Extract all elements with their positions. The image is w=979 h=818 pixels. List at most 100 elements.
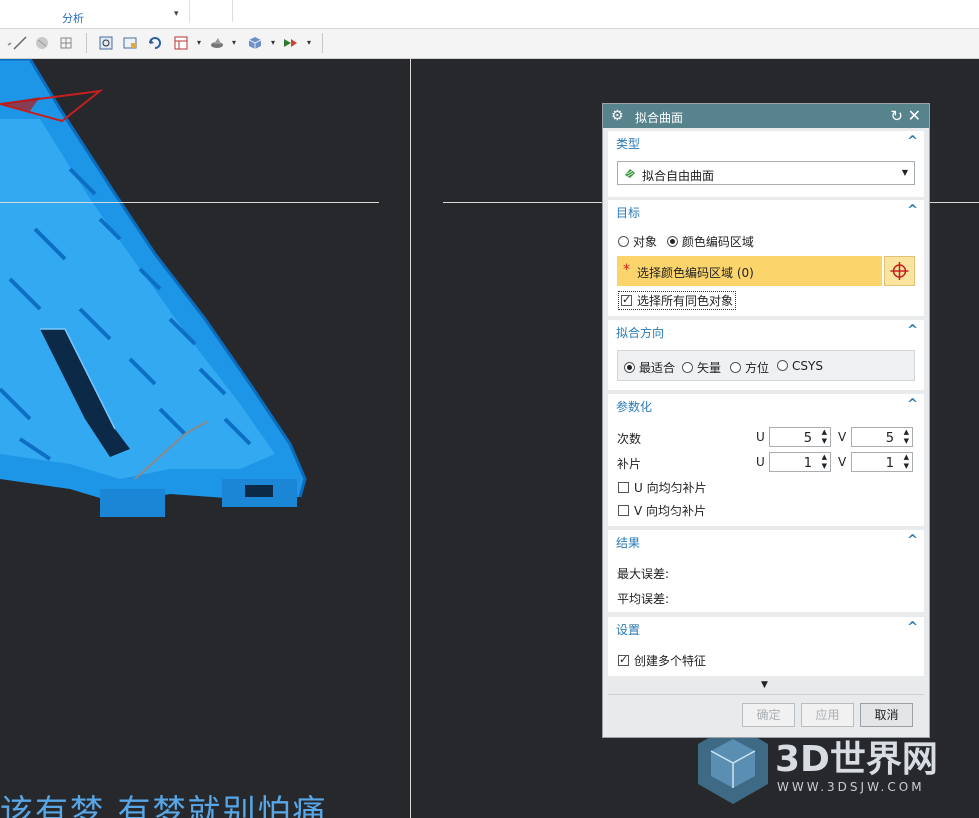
close-icon[interactable]: ✕ [908,106,921,125]
v-uniform-patch[interactable]: V 向均匀补片 [618,502,706,519]
patch-label: 补片 [617,457,642,471]
fit-direction-options: 最适合 矢量 方位 CSYS [617,350,915,381]
patch-v-value: 1 [885,456,894,471]
degree-label: 次数 [617,432,642,446]
fit-direction-heading[interactable]: 拟合方向 [616,324,664,341]
expand-more-icon[interactable]: ▼ [761,680,768,690]
select-color-region-field[interactable]: * 选择颜色编码区域 (0) [617,256,882,286]
results-heading[interactable]: 结果 [616,534,640,551]
dialog-titlebar[interactable]: ⚙ 拟合曲面 ↻ ✕ [603,104,929,128]
cube-view-dropdown-icon[interactable]: ▾ [271,38,275,47]
render-style-dropdown-icon[interactable]: ▾ [232,38,236,47]
radio-color-region[interactable] [666,236,678,247]
line-icon[interactable] [12,35,28,51]
collapse-chevron-icon[interactable]: ^ [907,203,918,218]
degree-u-value: 5 [803,431,812,446]
shaded-tool-icon[interactable] [34,35,50,51]
radio-object[interactable] [618,236,629,247]
fit-option-best[interactable]: 最适合 [624,359,675,376]
radio-orientation[interactable] [730,362,741,373]
apply-button[interactable]: 应用 [801,703,854,727]
part-model [0,59,307,517]
cancel-button[interactable]: 取消 [860,703,913,727]
layout-dropdown-icon[interactable]: ▾ [197,38,201,47]
patch-u-value: 1 [803,456,812,471]
fit-option-csys-label: CSYS [792,359,823,373]
fit-option-vector[interactable]: 矢量 [682,359,721,376]
gear-icon: ⚙ [611,108,624,124]
ok-button[interactable]: 确定 [742,703,795,727]
fit-option-vector-label: 矢量 [697,361,722,375]
ribbon-divider [232,0,233,22]
crosshair-horizontal [0,202,379,203]
degree-u-label: U [756,430,765,444]
select-all-same-color-checkbox[interactable] [621,293,632,306]
collapse-chevron-icon[interactable]: ^ [907,323,918,338]
dropdown-arrow-icon[interactable]: ▼ [902,168,908,177]
fit-option-csys[interactable]: CSYS [777,359,823,373]
ribbon-divider [189,0,190,22]
collapse-chevron-icon[interactable]: ^ [907,620,918,635]
avg-error-label: 平均误差: [617,592,670,606]
fit-option-orientation[interactable]: 方位 [730,359,769,376]
layout-icon[interactable] [173,35,189,51]
reset-icon[interactable]: ↻ [890,107,903,125]
patch-v-stepper[interactable]: 1 ▲ ▼ [851,452,913,472]
toolbar-divider [322,33,323,53]
grid-tool-icon[interactable] [58,35,74,51]
select-all-same-color[interactable]: 选择所有同色对象 [618,291,737,310]
stepper-arrows-icon[interactable]: ▲ ▼ [822,453,827,471]
collapse-chevron-icon[interactable]: ^ [907,134,918,149]
radio-vector[interactable] [682,362,693,373]
watermark-url: WWW.3DSJW.COM [777,780,925,794]
ribbon-group-dropdown-icon[interactable]: ▾ [174,9,179,19]
target-section: 目标 ^ 对象 颜色编码区域 * 选择颜色编码区域 (0) 选择所有同色对象 [608,200,924,316]
degree-v-value: 5 [885,431,894,446]
stepper-arrows-icon[interactable]: ▲ ▼ [904,428,909,446]
u-uniform-checkbox[interactable] [618,482,629,493]
freeform-surface-icon [625,169,635,178]
radio-color-region-label: 颜色编码区域 [681,235,754,249]
patch-u-stepper[interactable]: 1 ▲ ▼ [769,452,831,472]
patch-v-label: V [838,455,847,469]
edit-object-dropdown-icon[interactable]: ▾ [307,38,311,47]
create-multiple-label: 创建多个特征 [634,654,707,668]
fit-direction-section: 拟合方向 ^ 最适合 矢量 方位 CSYS [608,320,924,390]
select-color-region-prompt: 选择颜色编码区域 (0) [637,266,754,280]
image-view-icon[interactable] [122,35,138,51]
type-select[interactable]: 拟合自由曲面 ▼ [617,161,915,185]
parameterization-heading[interactable]: 参数化 [616,398,652,415]
type-section: 类型 ^ 拟合自由曲面 ▼ [608,131,924,197]
footer-divider [608,694,924,695]
collapse-chevron-icon[interactable]: ^ [907,397,918,412]
render-style-icon[interactable] [209,35,225,51]
radio-csys[interactable] [777,360,788,371]
fit-option-best-label: 最适合 [639,361,676,375]
v-uniform-checkbox[interactable] [618,505,629,516]
u-uniform-patch[interactable]: U 向均匀补片 [618,479,707,496]
collapse-chevron-icon[interactable]: ^ [907,533,918,548]
type-select-value: 拟合自由曲面 [642,169,715,183]
crosshair-select-button[interactable] [884,256,915,286]
settings-heading[interactable]: 设置 [616,621,640,638]
stepper-arrows-icon[interactable]: ▲ ▼ [904,453,909,471]
stepper-arrows-icon[interactable]: ▲ ▼ [822,428,827,446]
ribbon-group-analysis[interactable]: 分析 [62,10,84,26]
create-multiple-features[interactable]: 创建多个特征 [618,652,706,669]
degree-v-stepper[interactable]: 5 ▲ ▼ [851,427,913,447]
target-section-heading[interactable]: 目标 [616,204,640,221]
fit-view-icon[interactable] [98,35,114,51]
max-error-label: 最大误差: [617,567,670,581]
edit-object-display-icon[interactable] [282,35,298,51]
create-multiple-checkbox[interactable] [618,653,629,666]
type-section-heading[interactable]: 类型 [616,135,640,152]
rotate-icon[interactable] [147,35,163,51]
radio-best-fit[interactable] [624,362,635,373]
dialog-footer: ▼ 确定 应用 取消 [608,678,924,732]
crosshair-vertical [410,59,411,818]
cube-view-icon[interactable] [247,35,263,51]
radio-object-label: 对象 [633,235,658,249]
degree-u-stepper[interactable]: 5 ▲ ▼ [769,427,831,447]
toolbar-divider [86,33,87,53]
crosshair-icon [890,262,909,280]
